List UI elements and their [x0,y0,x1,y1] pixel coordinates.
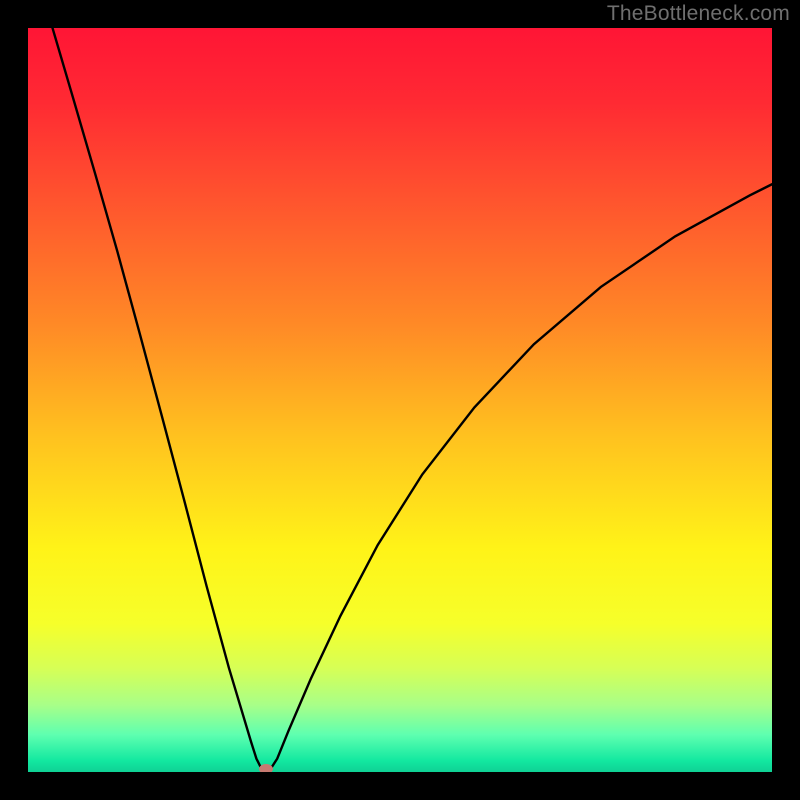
minimum-marker [259,764,273,772]
watermark-text: TheBottleneck.com [607,2,790,26]
plot-area [28,28,772,772]
bottleneck-curve [50,28,772,772]
curve-layer [28,28,772,772]
chart-frame: TheBottleneck.com [0,0,800,800]
